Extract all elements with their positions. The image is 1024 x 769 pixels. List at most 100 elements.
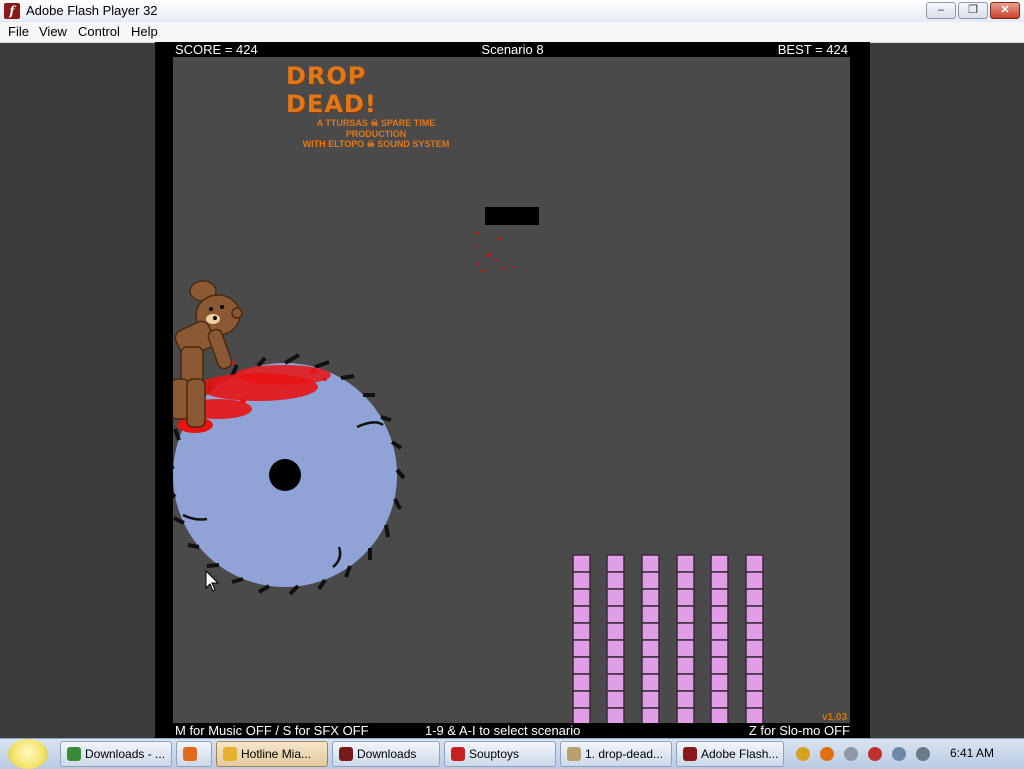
menu-bar: File View Control Help (0, 22, 1024, 43)
pink-block (641, 707, 660, 723)
pink-block (676, 554, 695, 573)
controls-slomo-hint: Z for Slo-mo OFF (748, 723, 850, 738)
souptoys-icon (451, 747, 465, 761)
mouse-cursor-icon (205, 569, 220, 592)
taskbar-item-souptoys[interactable]: Souptoys (444, 741, 556, 767)
pink-block (606, 707, 625, 723)
best-score-display: BEST = 424 (777, 42, 848, 57)
pink-block (676, 588, 695, 607)
pink-block (710, 673, 729, 692)
maximize-button[interactable]: ❐ (958, 2, 988, 19)
pink-block (676, 673, 695, 692)
pink-block (710, 639, 729, 658)
taskbar: Downloads - ... Hotline Mia... Downloads… (0, 738, 1024, 769)
flash-icon (683, 747, 697, 761)
pink-block (572, 690, 591, 709)
menu-view[interactable]: View (39, 24, 67, 39)
bear-face (206, 314, 220, 324)
start-button[interactable] (8, 739, 48, 769)
pink-block (676, 571, 695, 590)
tray-search-icon[interactable] (820, 747, 834, 761)
taskbar-item-downloads[interactable]: Downloads (332, 741, 440, 767)
file-icon (567, 747, 581, 761)
taskbar-item-label: Downloads (357, 747, 417, 761)
scenario-display: Scenario 8 (481, 42, 544, 57)
logo-line-1: A TTURSAS ☠ SPARE TIME PRODUCTION (316, 118, 436, 139)
pink-block (572, 588, 591, 607)
pink-block (641, 656, 660, 675)
pink-block (745, 554, 764, 573)
version-label: v1.03 (822, 712, 848, 723)
taskbar-item-label: Souptoys (469, 747, 520, 761)
pink-block (606, 690, 625, 709)
hud-bottom-bar: M for Music OFF / S for SFX OFF 1-9 & A-… (155, 723, 870, 738)
folder-icon (223, 747, 237, 761)
pink-block (641, 571, 660, 590)
close-button[interactable]: ✕ (990, 2, 1020, 19)
window-title: Adobe Flash Player 32 (26, 3, 158, 18)
pink-block (606, 588, 625, 607)
pink-block (641, 605, 660, 624)
pink-block (641, 690, 660, 709)
pink-block (745, 588, 764, 607)
pink-block (676, 690, 695, 709)
menu-control[interactable]: Control (78, 24, 120, 39)
clock[interactable]: 6:41 AM (950, 746, 994, 760)
tray-status-icon[interactable] (844, 747, 858, 761)
system-tray: 6:41 AM (790, 741, 1024, 767)
volume-icon[interactable] (916, 747, 930, 761)
pink-block (745, 571, 764, 590)
taskbar-item-firefox[interactable] (176, 741, 212, 767)
pink-block (572, 554, 591, 573)
pink-block (572, 571, 591, 590)
pink-block (606, 656, 625, 675)
taskbar-item-label: Downloads - ... (85, 747, 166, 761)
pink-block (745, 639, 764, 658)
pink-block (745, 673, 764, 692)
pink-block (710, 622, 729, 641)
pink-block (641, 673, 660, 692)
pink-block (572, 605, 591, 624)
pink-block (710, 571, 729, 590)
pink-block (745, 605, 764, 624)
pink-block (676, 639, 695, 658)
logo-title: DROP DEAD! (286, 62, 377, 118)
pink-block (745, 656, 764, 675)
pink-block-stacks (572, 554, 764, 723)
pink-block (641, 639, 660, 658)
pink-block (676, 656, 695, 675)
pink-block (710, 554, 729, 573)
pink-block (745, 707, 764, 723)
taskbar-item-label: Adobe Flash... (701, 747, 779, 761)
menu-help[interactable]: Help (131, 24, 158, 39)
tray-network-icon[interactable] (868, 747, 882, 761)
firefox-icon (183, 747, 197, 761)
menu-file[interactable]: File (8, 24, 29, 39)
taskbar-item-downloads-chrome[interactable]: Downloads - ... (60, 741, 172, 767)
pink-block (745, 690, 764, 709)
blood-splatter-small (474, 231, 514, 273)
pink-block (606, 639, 625, 658)
taskbar-item-drop-dead-file[interactable]: 1. drop-dead... (560, 741, 672, 767)
game-scene (173, 207, 764, 723)
tray-display-icon[interactable] (892, 747, 906, 761)
pink-block (572, 622, 591, 641)
pink-block (710, 588, 729, 607)
taskbar-item-hotline-miami[interactable]: Hotline Mia... (216, 741, 328, 767)
pink-block (572, 673, 591, 692)
flash-player-icon: f (4, 3, 20, 19)
game-play-area[interactable] (173, 57, 850, 723)
game-logo: DROP DEAD! A TTURSAS ☠ SPARE TIME PRODUC… (286, 62, 466, 149)
pink-block (606, 605, 625, 624)
taskbar-item-adobe-flash[interactable]: Adobe Flash... (676, 741, 784, 767)
pink-block (606, 622, 625, 641)
window-titlebar: f Adobe Flash Player 32 – ❐ ✕ (0, 0, 1024, 23)
pink-block (572, 656, 591, 675)
minimize-button[interactable]: – (926, 2, 956, 19)
close-icon: ✕ (1000, 4, 1010, 16)
black-platform (485, 207, 539, 225)
minimize-icon: – (937, 4, 945, 16)
tray-app-icon[interactable] (796, 747, 810, 761)
pink-block (676, 707, 695, 723)
pink-block (641, 554, 660, 573)
